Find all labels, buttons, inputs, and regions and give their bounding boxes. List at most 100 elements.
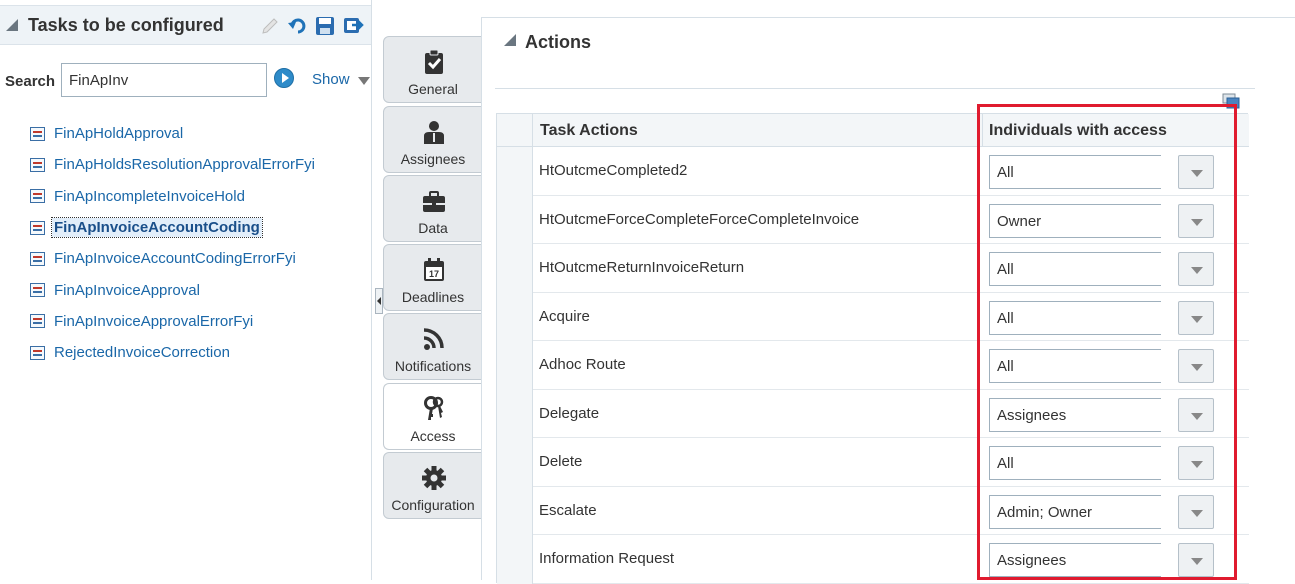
chevron-down-icon[interactable] — [1178, 397, 1214, 432]
task-link[interactable]: FinApIncompleteInvoiceHold — [52, 187, 247, 206]
table-row[interactable]: HtOutcmeForceCompleteForceCompleteInvoic… — [533, 196, 1249, 244]
task-form-icon — [30, 126, 45, 141]
task-form-icon — [30, 220, 45, 235]
access-select-value[interactable]: All — [989, 446, 1161, 480]
column-separator — [982, 114, 983, 147]
tab-access[interactable]: Access — [383, 383, 483, 450]
calendar-day-text: 17 — [429, 269, 439, 279]
task-action-name: Adhoc Route — [539, 356, 626, 373]
chevron-down-icon[interactable] — [1178, 252, 1214, 286]
access-select-value[interactable]: Assignees — [989, 543, 1161, 577]
access-select-value[interactable]: All — [989, 252, 1161, 286]
task-link[interactable]: RejectedInvoiceCorrection — [52, 343, 232, 362]
access-select[interactable]: All — [989, 446, 1214, 480]
access-select[interactable]: All — [989, 349, 1214, 383]
collapse-section-icon[interactable] — [504, 34, 516, 46]
commit-icon[interactable] — [342, 15, 364, 37]
calendar-icon: 17 — [424, 258, 444, 281]
section-title: Actions — [525, 32, 592, 52]
search-input[interactable] — [61, 63, 267, 97]
task-link[interactable]: FinApInvoiceAccountCodingErrorFyi — [52, 249, 298, 268]
task-link[interactable]: FinApHoldApproval — [52, 124, 185, 143]
corner-cell — [497, 114, 533, 147]
row-header-column — [497, 114, 533, 584]
access-select-value[interactable]: All — [989, 300, 1161, 335]
chevron-down-icon[interactable] — [1178, 155, 1214, 189]
task-list-item[interactable]: FinApInvoiceApproval — [30, 274, 317, 305]
search-label: Search — [5, 73, 56, 90]
access-select[interactable]: Assignees — [989, 543, 1214, 577]
task-link[interactable]: FinApHoldsResolutionApprovalErrorFyi — [52, 155, 317, 174]
table-row[interactable]: Information Request Assignees — [533, 535, 1249, 584]
task-list-item[interactable]: FinApInvoiceAccountCodingErrorFyi — [30, 243, 317, 274]
table-row[interactable]: HtOutcmeCompleted2 All — [533, 147, 1249, 196]
panel-splitter[interactable] — [375, 288, 383, 314]
tab-label: Data — [418, 220, 448, 236]
table-row[interactable]: Acquire All — [533, 293, 1249, 341]
task-list-item-selected[interactable]: FinApInvoiceAccountCoding — [30, 212, 317, 243]
collapse-panel-icon[interactable] — [6, 19, 18, 31]
chevron-down-icon[interactable] — [1178, 446, 1214, 480]
section-divider — [495, 88, 1255, 89]
column-header-task-actions[interactable]: Task Actions — [540, 122, 638, 140]
table-row[interactable]: Delete All — [533, 438, 1249, 487]
task-action-name: Acquire — [539, 307, 590, 325]
show-menu-link[interactable]: Show — [312, 71, 350, 88]
tasks-panel: Tasks to be configured Search Show FinAp… — [0, 0, 372, 580]
task-link[interactable]: FinApInvoiceApprovalErrorFyi — [52, 312, 255, 331]
go-arrow-icon[interactable] — [274, 68, 294, 88]
tab-label: Configuration — [391, 497, 475, 513]
access-select-value[interactable]: Owner — [989, 203, 1161, 238]
tasks-panel-header: Tasks to be configured — [0, 5, 371, 45]
tab-notifications[interactable]: Notifications — [383, 313, 483, 380]
edit-pencil-icon[interactable] — [259, 15, 281, 37]
access-select-value[interactable]: All — [989, 349, 1161, 383]
table-row[interactable]: Adhoc Route All — [533, 341, 1249, 390]
chevron-down-icon[interactable] — [1178, 349, 1214, 383]
table-row[interactable]: Escalate Admin; Owner — [533, 487, 1249, 535]
tab-label: Notifications — [394, 358, 472, 374]
tab-general[interactable]: General — [383, 36, 483, 103]
chevron-down-icon[interactable] — [358, 77, 370, 85]
table-row[interactable]: HtOutcmeReturnInvoiceReturn All — [533, 244, 1249, 293]
task-action-name: HtOutcmeForceCompleteForceCompleteInvoic… — [539, 210, 860, 228]
tab-deadlines[interactable]: 17 Deadlines — [383, 244, 483, 311]
access-select[interactable]: All — [989, 252, 1214, 286]
task-form-icon — [30, 251, 45, 266]
task-list-item[interactable]: RejectedInvoiceCorrection — [30, 337, 317, 368]
refresh-icon[interactable] — [287, 15, 309, 37]
chevron-down-icon[interactable] — [1178, 494, 1214, 529]
tab-data[interactable]: Data — [383, 175, 483, 242]
chevron-down-icon[interactable] — [1178, 203, 1214, 238]
save-icon[interactable] — [314, 15, 336, 37]
access-select-value[interactable]: Assignees — [989, 397, 1161, 432]
task-list-item[interactable]: FinApInvoiceApprovalErrorFyi — [30, 306, 317, 337]
access-select[interactable]: Admin; Owner — [989, 494, 1214, 529]
detach-icon[interactable] — [1222, 93, 1240, 109]
access-content-panel: Actions Task Actions Individuals with ac… — [481, 17, 1295, 584]
checklist-icon — [425, 49, 443, 74]
chevron-down-icon[interactable] — [1178, 300, 1214, 335]
task-list-item[interactable]: FinApHoldsResolutionApprovalErrorFyi — [30, 149, 317, 180]
task-link[interactable]: FinApInvoiceAccountCoding — [51, 217, 263, 239]
access-select-value[interactable]: Admin; Owner — [989, 494, 1161, 529]
gear-icon — [422, 466, 446, 490]
chevron-down-icon[interactable] — [1178, 543, 1214, 577]
search-row: Search Show — [0, 62, 371, 98]
access-select[interactable]: All — [989, 300, 1214, 335]
table-row[interactable]: Delegate Assignees — [533, 390, 1249, 438]
keys-icon — [424, 396, 444, 420]
access-select-value[interactable]: All — [989, 155, 1161, 189]
column-header-individuals[interactable]: Individuals with access — [989, 122, 1167, 140]
access-select[interactable]: Owner — [989, 203, 1214, 238]
rss-icon — [423, 328, 444, 350]
access-select[interactable]: All — [989, 155, 1214, 189]
access-select[interactable]: Assignees — [989, 397, 1214, 432]
task-list-item[interactable]: FinApHoldApproval — [30, 118, 317, 149]
tab-assignees[interactable]: Assignees — [383, 106, 483, 173]
task-link[interactable]: FinApInvoiceApproval — [52, 281, 202, 300]
tab-label: Assignees — [400, 151, 466, 167]
tab-configuration[interactable]: Configuration — [383, 452, 483, 519]
task-list-item[interactable]: FinApIncompleteInvoiceHold — [30, 181, 317, 212]
table-header-row: Task Actions Individuals with access — [497, 114, 1249, 147]
